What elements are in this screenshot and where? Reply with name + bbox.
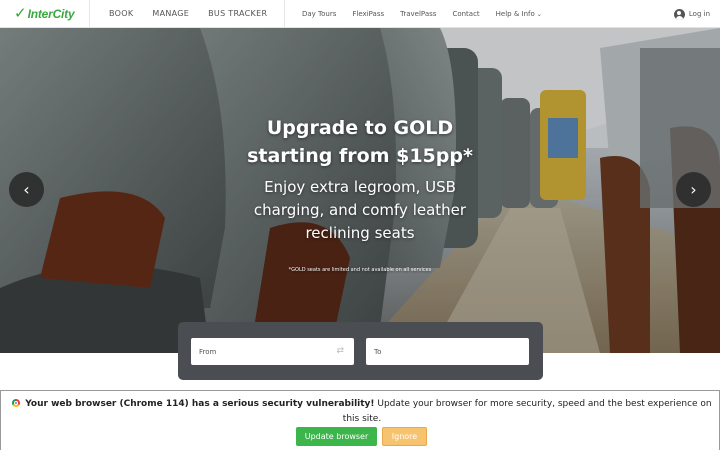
carousel-next-button[interactable]: › [676,172,711,207]
logo[interactable]: ✓ InterCity [0,0,90,28]
browser-update-banner: Your web browser (Chrome 114) has a seri… [0,390,720,450]
nav-contact[interactable]: Contact [452,10,479,18]
chrome-icon [12,399,21,407]
chevron-right-icon: › [690,180,697,199]
chevron-left-icon: ‹ [23,180,30,199]
login-label: Log in [688,10,710,18]
nav-manage[interactable]: MANAGE [152,9,189,18]
nav-help-info-label: Help & Info [495,9,535,18]
headline-line-2: starting from $15pp* [247,145,473,167]
chevron-down-icon: ⌄ [536,10,542,18]
banner-text: Update your browser for more security, s… [342,399,712,424]
nav-bus-tracker[interactable]: BUS TRACKER [208,9,267,18]
swap-icon[interactable]: ⇄ [336,346,344,356]
banner-message: Your web browser (Chrome 114) has a seri… [9,397,715,427]
subheadline-line-1: Enjoy extra legroom, USB [264,178,456,196]
subheadline-line-2: charging, and comfy leather [253,201,467,219]
page: ✓ InterCity BOOK MANAGE BUS TRACKER Day … [0,0,720,450]
logo-mark-icon: ✓ [14,4,27,22]
from-placeholder: From [199,347,217,356]
nav-book[interactable]: BOOK [109,9,133,18]
from-input[interactable]: From ⇄ [191,338,354,365]
headline-line-1: Upgrade to GOLD [266,117,454,139]
hero-subheadline: Enjoy extra legroom, USB charging, and c… [210,176,510,245]
subheadline-line-3: reclining seats [305,224,415,242]
to-placeholder: To [374,347,382,356]
nav-day-tours[interactable]: Day Tours [302,10,336,18]
search-panel: From ⇄ To [178,322,543,380]
hero-disclaimer: *GOLD seats are limited and not availabl… [288,267,432,273]
main-nav: BOOK MANAGE BUS TRACKER [90,0,285,28]
nav-travelpass[interactable]: TravelPass [400,10,436,18]
ignore-button[interactable]: Ignore [382,427,427,446]
user-icon [673,8,685,20]
hero-headline: Upgrade to GOLD starting from $15pp* [210,114,510,170]
to-input[interactable]: To [366,338,529,365]
site-header: ✓ InterCity BOOK MANAGE BUS TRACKER Day … [0,0,720,28]
secondary-nav: Day Tours FlexiPass TravelPass Contact H… [285,0,558,28]
update-browser-button[interactable]: Update browser [296,427,377,446]
hero-carousel: Upgrade to GOLD starting from $15pp* Enj… [0,28,720,353]
hero-text: Upgrade to GOLD starting from $15pp* Enj… [210,114,510,245]
nav-help-info[interactable]: Help & Info ⌄ [496,10,542,18]
login-button[interactable]: Log in [673,0,710,28]
carousel-prev-button[interactable]: ‹ [9,172,44,207]
banner-bold-text: Your web browser (Chrome 114) has a seri… [25,399,375,409]
nav-flexipass[interactable]: FlexiPass [352,10,384,18]
logo-text: InterCity [27,6,75,21]
